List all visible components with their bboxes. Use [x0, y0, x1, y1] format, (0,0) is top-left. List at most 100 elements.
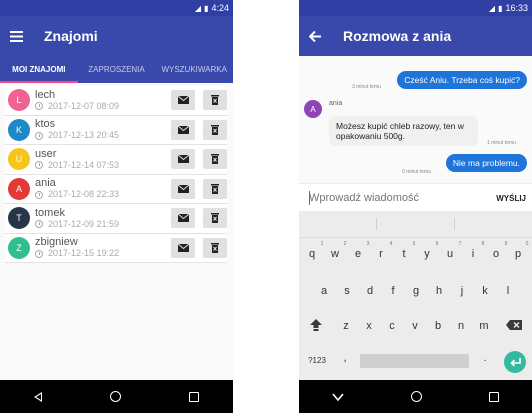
avatar: Z — [8, 236, 30, 259]
message-time: 1 minut temu — [487, 140, 516, 146]
key-comma[interactable]: , — [335, 352, 355, 364]
key-c[interactable]: c — [382, 320, 402, 332]
key-hint: 9 — [504, 241, 508, 247]
trash-icon — [211, 242, 219, 253]
message-button[interactable] — [171, 178, 195, 199]
list-item[interactable]: L lech 2017-12-07 08:09 — [5, 86, 227, 116]
clock-icon — [35, 102, 43, 111]
friend-name: ktos — [35, 118, 56, 131]
recents-nav-button[interactable] — [488, 391, 499, 402]
friend-date: 2017-12-09 21:59 — [48, 218, 120, 229]
key-h[interactable]: h — [429, 285, 449, 297]
key-t[interactable]: t — [394, 248, 414, 260]
spacebar[interactable] — [360, 354, 469, 368]
tab-search[interactable]: WYSZUKIWARKA — [155, 56, 233, 83]
key-n[interactable]: n — [451, 320, 471, 332]
key-period[interactable]: . — [475, 352, 495, 364]
recents-nav-button[interactable] — [189, 391, 199, 402]
key-k[interactable]: k — [475, 285, 495, 297]
avatar: U — [8, 148, 30, 171]
home-nav-button[interactable] — [110, 391, 121, 402]
delete-button[interactable] — [203, 208, 227, 228]
friend-name: zbigniew — [35, 236, 78, 249]
key-m[interactable]: m — [474, 320, 494, 332]
enter-button[interactable] — [504, 351, 526, 373]
key-i[interactable]: i — [463, 248, 483, 260]
delete-button[interactable] — [203, 90, 227, 110]
delete-button[interactable] — [203, 237, 227, 258]
system-nav-bar — [299, 380, 532, 413]
backspace-icon[interactable] — [504, 318, 524, 332]
key-g[interactable]: g — [406, 285, 426, 297]
list-item[interactable]: T tomek 2017-12-09 21:59 — [5, 204, 227, 234]
key-f[interactable]: f — [383, 285, 403, 297]
key-e[interactable]: e — [348, 248, 368, 260]
key-o[interactable]: o — [486, 248, 506, 260]
key-r[interactable]: r — [371, 248, 391, 260]
clock-icon — [35, 161, 43, 170]
home-nav-button[interactable] — [410, 391, 422, 402]
clock-icon — [35, 220, 43, 229]
key-z[interactable]: z — [336, 320, 356, 332]
menu-icon[interactable] — [10, 30, 40, 42]
chat-screen: ◢ ▮ 16:33 Rozmowa z ania 3 minut temu Cz… — [299, 0, 532, 413]
app-bar: Znajomi — [0, 16, 233, 56]
trash-icon — [211, 183, 219, 194]
clock-icon — [35, 249, 43, 258]
key-hint: 0 — [525, 241, 529, 247]
shift-icon[interactable] — [307, 317, 325, 333]
back-nav-button[interactable] — [332, 392, 344, 401]
status-bar: ◢ ▮ 4:24 — [0, 0, 233, 16]
status-time: 16:33 — [505, 3, 528, 13]
friend-name: ania — [35, 177, 56, 190]
key-s[interactable]: s — [337, 285, 357, 297]
key-p[interactable]: p — [508, 248, 528, 260]
message-button[interactable] — [171, 237, 195, 258]
tab-invitations[interactable]: ZAPROSZENIA — [78, 56, 156, 83]
sender-name: ania — [329, 100, 343, 107]
back-arrow-icon[interactable] — [309, 30, 339, 42]
clock-icon — [35, 190, 43, 199]
list-item[interactable]: U user 2017-12-14 07:53 — [5, 145, 227, 175]
suggestion-divider — [454, 218, 455, 230]
outgoing-message: Nie ma problemu. — [445, 154, 527, 172]
key-a[interactable]: a — [314, 285, 334, 297]
message-button[interactable] — [171, 208, 195, 228]
key-hint: 5 — [412, 241, 416, 247]
key-y[interactable]: y — [417, 248, 437, 260]
trash-icon — [211, 154, 219, 164]
message-button[interactable] — [171, 149, 195, 169]
avatar: L — [8, 89, 30, 112]
key-w[interactable]: w — [325, 248, 345, 260]
enter-arrow-icon — [509, 357, 521, 367]
tab-my-friends[interactable]: MOI ZNAJOMI — [0, 56, 78, 83]
delete-button[interactable] — [203, 178, 227, 199]
list-item[interactable]: A ania 2017-12-08 22:33 — [5, 174, 227, 204]
key-l[interactable]: l — [498, 285, 518, 297]
key-hint: 7 — [458, 241, 462, 247]
message-thread: 3 minut temu Cześć Aniu. Trzeba coś kupi… — [299, 56, 532, 183]
suggestion-divider — [376, 218, 377, 230]
avatar: T — [8, 207, 30, 230]
key-j[interactable]: j — [452, 285, 472, 297]
delete-button[interactable] — [203, 119, 227, 140]
key-u[interactable]: u — [440, 248, 460, 260]
outgoing-message: Cześć Aniu. Trzeba coś kupić? — [397, 71, 527, 89]
delete-button[interactable] — [203, 149, 227, 169]
recents-square-icon — [189, 391, 199, 402]
send-button[interactable]: WYŚLIJ — [496, 194, 526, 203]
key-d[interactable]: d — [360, 285, 380, 297]
message-composer: WYŚLIJ — [299, 183, 532, 212]
list-item[interactable]: K ktos 2017-12-13 20:45 — [5, 115, 227, 145]
message-button[interactable] — [171, 90, 195, 110]
key-hint: 4 — [389, 241, 393, 247]
key-q[interactable]: q — [302, 248, 322, 260]
key-b[interactable]: b — [428, 320, 448, 332]
symbols-key[interactable]: ?123 — [304, 356, 330, 365]
message-button[interactable] — [171, 119, 195, 140]
key-x[interactable]: x — [359, 320, 379, 332]
back-nav-button[interactable] — [34, 391, 42, 402]
message-input[interactable] — [309, 192, 479, 204]
key-v[interactable]: v — [405, 320, 425, 332]
list-item[interactable]: Z zbigniew 2017-12-15 19:22 — [5, 233, 227, 263]
